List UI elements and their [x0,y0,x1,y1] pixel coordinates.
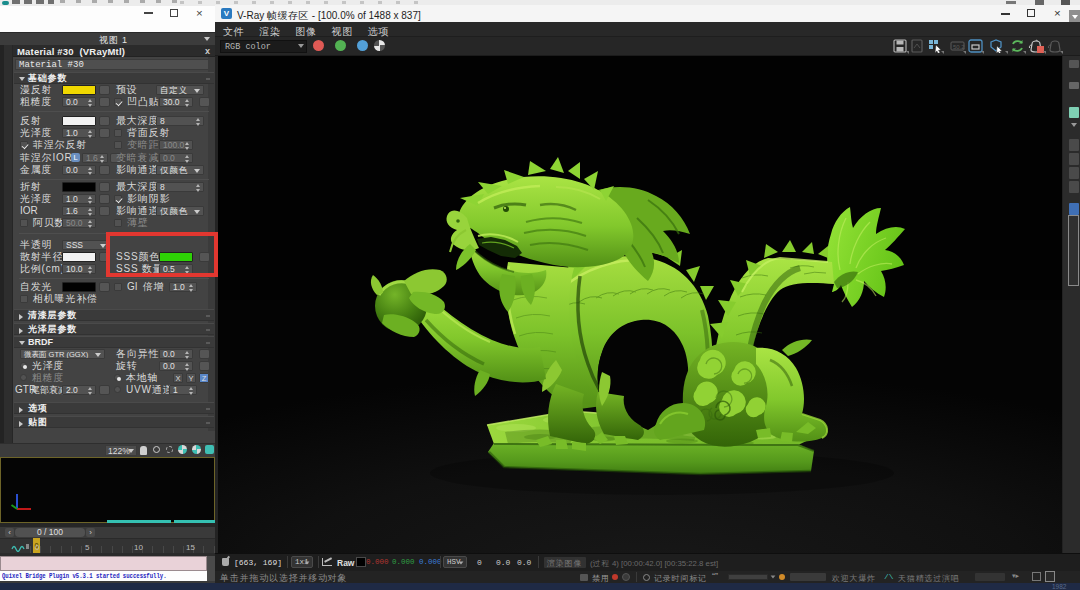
svg-text:50.2: 50.2 [953,44,965,50]
